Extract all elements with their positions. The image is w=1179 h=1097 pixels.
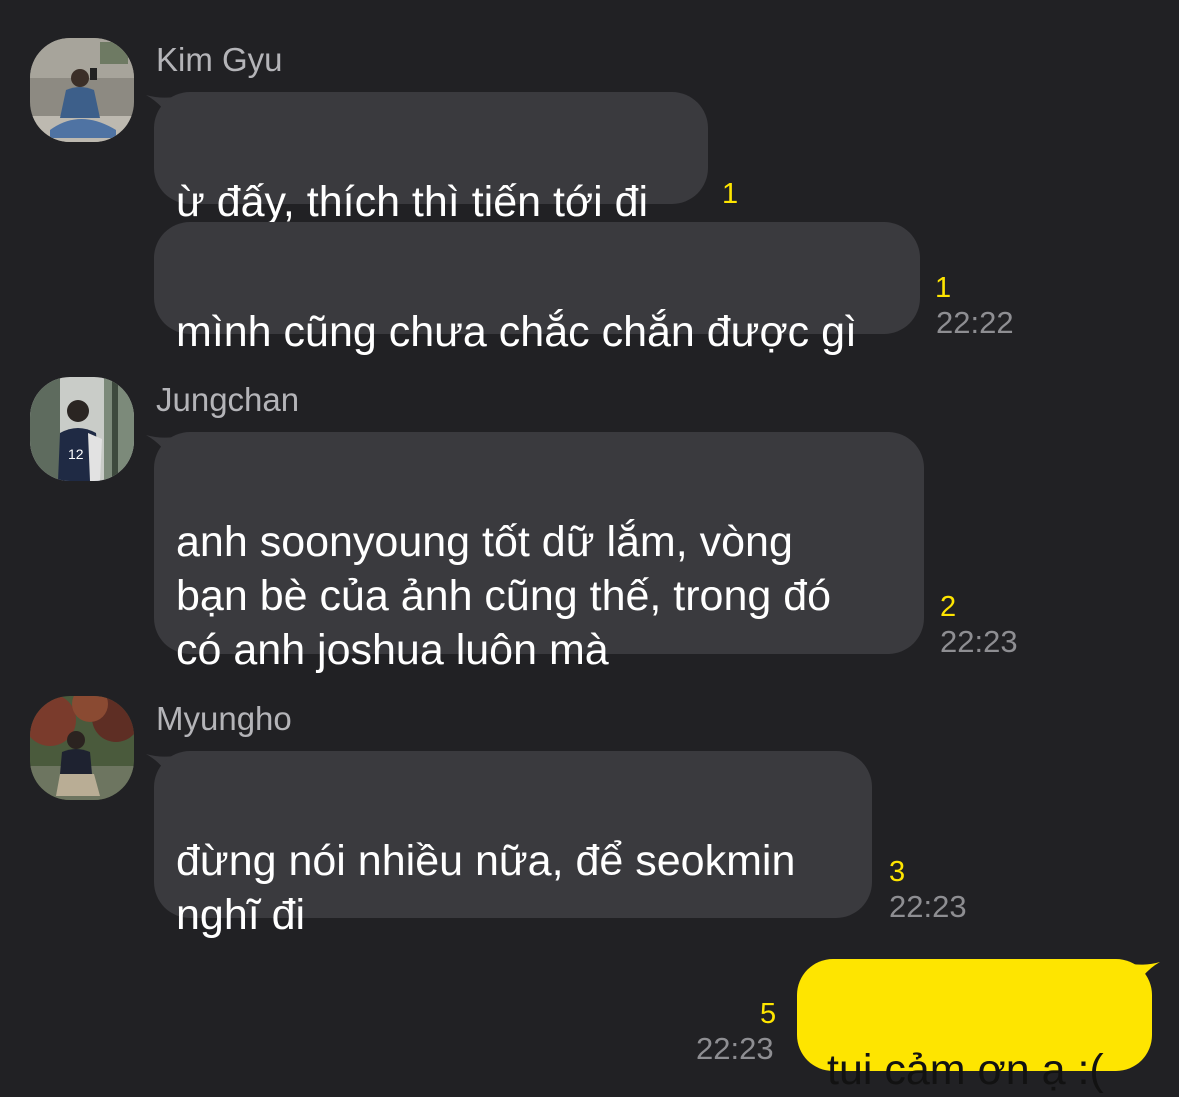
message-text: đừng nói nhiều nữa, để seokmin nghĩ đi bbox=[176, 837, 796, 939]
message-time: 22:23 bbox=[696, 1031, 774, 1066]
message-bubble[interactable]: đừng nói nhiều nữa, để seokmin nghĩ đi bbox=[154, 751, 872, 939]
unread-count: 5 bbox=[760, 998, 777, 1030]
unread-count: 3 bbox=[889, 856, 906, 888]
unread-count: 1 bbox=[935, 272, 952, 304]
message-bubble[interactable]: mình cũng chưa chắc chắn được gì bbox=[154, 222, 920, 356]
sender-name: Myungho bbox=[156, 700, 292, 737]
avatar-kim-gyu[interactable] bbox=[30, 38, 134, 142]
avatar-myungho[interactable] bbox=[30, 696, 134, 800]
avatar-jungchan[interactable]: 12 bbox=[30, 377, 134, 481]
my-message-bubble[interactable]: tui cảm ơn ạ :( bbox=[797, 959, 1152, 1094]
sender-name: Jungchan bbox=[156, 381, 300, 418]
message-bubble[interactable]: ừ đấy, thích thì tiến tới đi bbox=[154, 92, 708, 226]
message-text: ừ đấy, thích thì tiến tới đi bbox=[176, 178, 649, 226]
profile-photo-icon bbox=[30, 696, 134, 800]
profile-photo-icon bbox=[30, 38, 134, 142]
unread-count: 1 bbox=[722, 178, 739, 210]
message-text: anh soonyoung tốt dữ lắm, vòng bạn bè củ… bbox=[176, 518, 832, 674]
message-bubble[interactable]: anh soonyoung tốt dữ lắm, vòng bạn bè củ… bbox=[154, 432, 924, 674]
message-text: mình cũng chưa chắc chắn được gì bbox=[176, 308, 857, 356]
profile-photo-icon: 12 bbox=[30, 377, 134, 481]
svg-text:12: 12 bbox=[68, 446, 84, 462]
sender-name: Kim Gyu bbox=[156, 41, 283, 78]
message-text: tui cảm ơn ạ :( bbox=[827, 1046, 1104, 1094]
bubble-tail bbox=[1132, 962, 1160, 994]
message-time: 22:22 bbox=[936, 305, 1014, 340]
message-time: 22:23 bbox=[889, 889, 967, 924]
message-time: 22:23 bbox=[940, 624, 1018, 659]
unread-count: 2 bbox=[940, 591, 957, 623]
